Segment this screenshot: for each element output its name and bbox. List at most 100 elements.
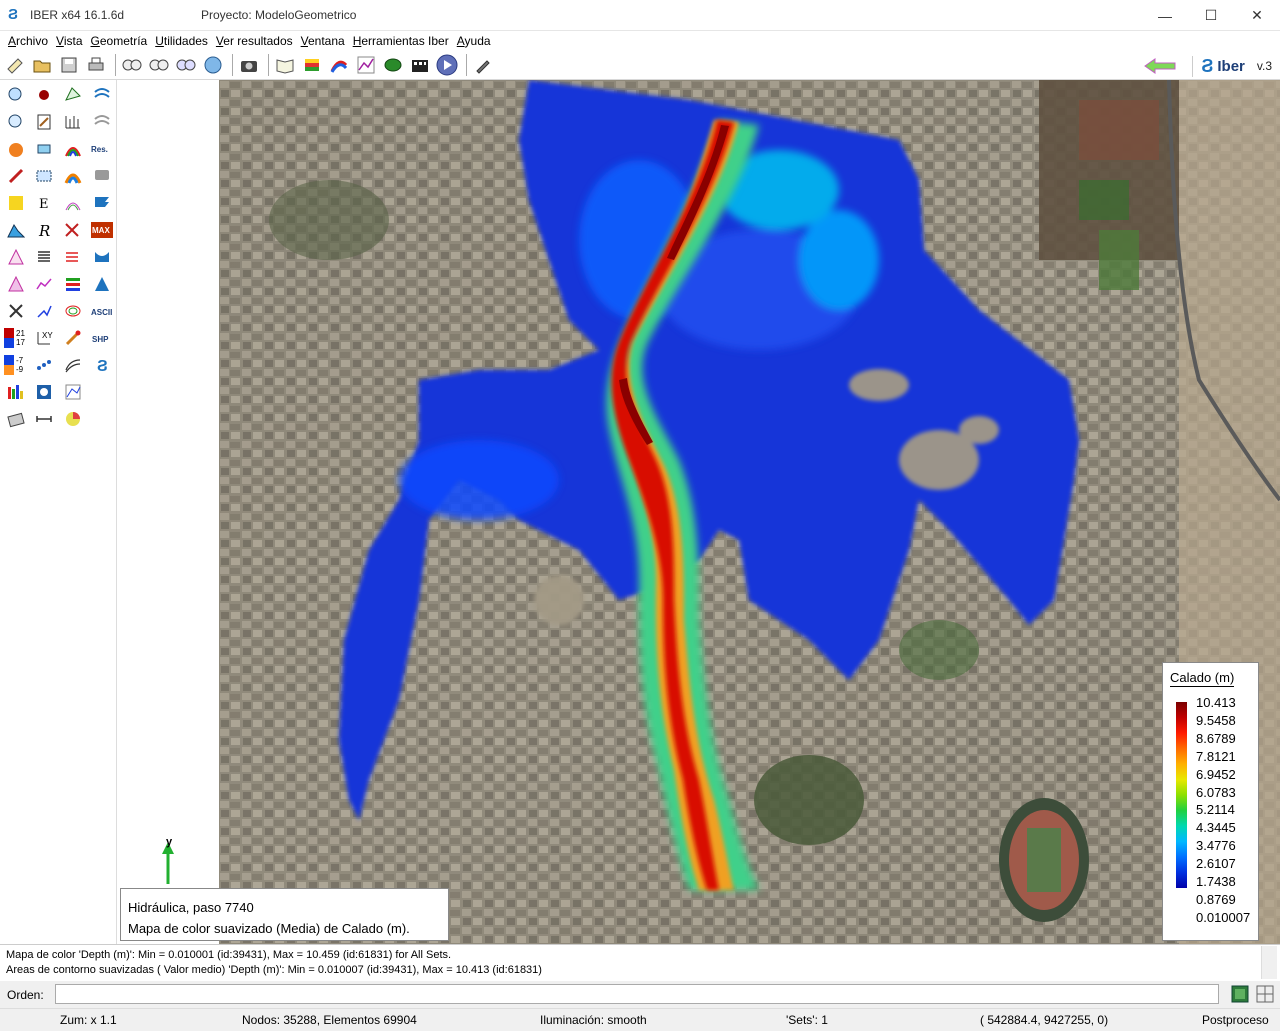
arrows-icon[interactable] xyxy=(61,245,85,269)
animation-icon[interactable] xyxy=(408,53,432,77)
results-icon[interactable]: Res. xyxy=(90,137,114,161)
close-button[interactable]: ✕ xyxy=(1234,0,1280,31)
line-chart-icon[interactable] xyxy=(32,272,56,296)
rotate-tool-icon[interactable]: R xyxy=(32,218,56,242)
graph-window-icon[interactable] xyxy=(61,380,85,404)
eraser-icon[interactable] xyxy=(32,137,56,161)
max-icon[interactable]: MAX xyxy=(90,218,114,242)
notepad-icon[interactable] xyxy=(32,110,56,134)
layers-icon[interactable] xyxy=(300,53,324,77)
legend-value: 0.010007 xyxy=(1196,909,1251,925)
back-arrow-icon[interactable] xyxy=(1142,55,1178,77)
graph-icon[interactable] xyxy=(354,53,378,77)
color-range-icon[interactable]: 21 17 xyxy=(4,326,28,350)
mesh-edit-icon[interactable] xyxy=(61,83,85,107)
range-max-label: 21 xyxy=(16,329,25,338)
svg-text:MAX: MAX xyxy=(92,226,110,235)
zoom-out-icon[interactable] xyxy=(147,53,171,77)
graphics-viewport[interactable] xyxy=(117,80,1280,944)
book-icon[interactable] xyxy=(273,53,297,77)
menu-utilidades[interactable]: Utilidades xyxy=(155,34,208,48)
contour-icon[interactable] xyxy=(61,299,85,323)
rainbow-icon[interactable] xyxy=(61,137,85,161)
print-icon[interactable] xyxy=(84,53,108,77)
menu-ayuda[interactable]: Ayuda xyxy=(457,34,491,48)
color-range-2-icon[interactable]: -7 -9 xyxy=(4,353,28,377)
minimize-button[interactable]: — xyxy=(1142,0,1188,31)
camera-icon[interactable] xyxy=(237,53,261,77)
menu-ver-resultados[interactable]: Ver resultados xyxy=(216,34,293,48)
yellow-layer-icon[interactable] xyxy=(4,191,28,215)
shp-export-icon[interactable]: SHP xyxy=(90,326,114,350)
terrain-icon[interactable] xyxy=(381,53,405,77)
rainbow-smooth-icon[interactable] xyxy=(61,164,85,188)
info-icon[interactable] xyxy=(32,380,56,404)
rainbow-lines-icon[interactable] xyxy=(61,191,85,215)
wave-icon[interactable] xyxy=(90,83,114,107)
status-bar: Zum: x 1.1 Nodos: 35288, Elementos 69904… xyxy=(0,1008,1280,1031)
paint-icon[interactable] xyxy=(4,407,28,431)
rainbow-bars-icon[interactable] xyxy=(4,380,28,404)
status-lighting: Iluminación: smooth xyxy=(540,1013,647,1027)
mountain-icon[interactable] xyxy=(4,218,28,242)
triangle-mesh-icon[interactable] xyxy=(4,272,28,296)
menu-ventana[interactable]: Ventana xyxy=(301,34,345,48)
mesh-numbering-icon[interactable] xyxy=(61,218,85,242)
text-tool-icon[interactable]: E xyxy=(32,191,56,215)
new-file-icon[interactable] xyxy=(3,53,27,77)
maximize-button[interactable]: ☐ xyxy=(1188,0,1234,31)
dots-icon[interactable] xyxy=(32,353,56,377)
zoom-frame-icon[interactable] xyxy=(174,53,198,77)
edit-pencil-icon[interactable] xyxy=(471,53,495,77)
fire-icon[interactable] xyxy=(4,137,28,161)
project-title: Proyecto: ModeloGeometrico xyxy=(201,8,357,22)
menu-geometria[interactable]: Geometría xyxy=(91,34,148,48)
wave-grey-icon[interactable] xyxy=(90,110,114,134)
menu-herramientas-iber[interactable]: Herramientas Iber xyxy=(353,34,449,48)
list-icon[interactable] xyxy=(32,245,56,269)
scissors-icon[interactable] xyxy=(4,299,28,323)
status-nodes: Nodos: 35288, Elementos 69904 xyxy=(242,1013,417,1027)
zoom-tool-icon[interactable] xyxy=(4,83,28,107)
grid-toggle-icon[interactable] xyxy=(1256,985,1274,1003)
menu-archivo[interactable]: Archivo xyxy=(8,34,48,48)
svg-text:E: E xyxy=(39,197,49,212)
legend-value: 9.5458 xyxy=(1196,712,1236,728)
iber-logo-icon: Ϩ xyxy=(1201,55,1214,76)
iber-logo-text: Iber xyxy=(1217,57,1245,75)
color-map-icon[interactable] xyxy=(327,53,351,77)
tool-column-4: Res. MAX ASCII SHP Ϩ xyxy=(88,80,116,379)
play-icon[interactable] xyxy=(435,53,459,77)
grid-measure-icon[interactable] xyxy=(61,110,85,134)
bowl-icon[interactable] xyxy=(90,245,114,269)
message-log[interactable]: Mapa de color 'Depth (m)': Min = 0.01000… xyxy=(0,944,1280,981)
pointer-icon[interactable] xyxy=(4,164,28,188)
search-tool-icon[interactable] xyxy=(4,110,28,134)
open-folder-icon[interactable] xyxy=(30,53,54,77)
stairs-icon[interactable] xyxy=(90,191,114,215)
point-icon[interactable] xyxy=(32,83,56,107)
triangle-icon[interactable] xyxy=(4,245,28,269)
menu-vista[interactable]: Vista xyxy=(56,34,82,48)
peak-icon[interactable] xyxy=(90,272,114,296)
stream-icon[interactable] xyxy=(61,353,85,377)
ascii-export-icon[interactable]: ASCII xyxy=(90,299,114,323)
measure-icon[interactable] xyxy=(32,407,56,431)
render-sphere-icon[interactable] xyxy=(201,53,225,77)
stripes-icon[interactable] xyxy=(61,272,85,296)
select-box-icon[interactable] xyxy=(32,164,56,188)
command-input[interactable] xyxy=(55,984,1219,1004)
xy-axis-icon[interactable]: XY xyxy=(32,326,56,350)
chat-icon[interactable] xyxy=(90,164,114,188)
save-icon[interactable] xyxy=(57,53,81,77)
brush-icon[interactable] xyxy=(61,326,85,350)
message-scrollbar[interactable] xyxy=(1261,946,1277,979)
iber-help-icon[interactable]: Ϩ xyxy=(90,353,114,377)
message-line: Mapa de color 'Depth (m)': Min = 0.01000… xyxy=(6,949,452,961)
layer-toggle-icon[interactable] xyxy=(1231,985,1249,1003)
pie-icon[interactable] xyxy=(61,407,85,431)
range-low-label: -7 xyxy=(16,356,24,365)
zoom-in-icon[interactable] xyxy=(120,53,144,77)
legend-value: 8.6789 xyxy=(1196,730,1236,746)
vector-icon[interactable] xyxy=(32,299,56,323)
